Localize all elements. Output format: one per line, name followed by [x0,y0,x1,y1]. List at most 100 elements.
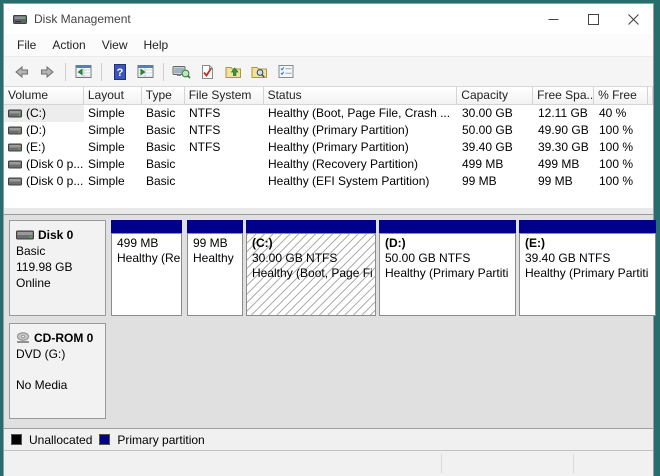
volume-name: (Disk 0 p... [26,174,84,188]
partition-status: Healthy (Re [117,251,181,265]
column-header-status[interactable]: Status [263,87,458,105]
refresh-view-icon[interactable] [170,60,193,83]
help-icon[interactable]: ? [108,60,131,83]
volume-status: Healthy (Recovery Partition) [268,157,419,171]
column-header-file-system[interactable]: File System [184,87,264,105]
properties-list-icon[interactable] [274,60,297,83]
volume-layout: Simple [88,140,125,154]
volume-fs [185,156,264,173]
volume-capacity: 39.40 GB [462,140,513,154]
menu-action[interactable]: Action [44,34,93,56]
volume-row-d[interactable]: (D:) Simple Basic NTFS Healthy (Primary … [4,122,653,139]
folder-up-icon[interactable] [222,60,245,83]
column-header-free-space[interactable]: Free Spa... [533,87,595,105]
disk-management-window: Disk Management File Action View Help ? … [3,3,656,476]
partition-status: Healthy (Boot, Page Fi [252,266,373,280]
show-console-tree-icon[interactable] [72,60,95,83]
back-icon[interactable] [10,60,33,83]
column-header-layout[interactable]: Layout [83,87,142,105]
volume-name: (D:) [26,123,46,137]
volume-list-header: Volume Layout Type File System Status Ca… [4,87,653,105]
partition-e[interactable]: (E:) 39.40 GB NTFS Healthy (Primary Part… [519,220,656,316]
disk0-panel[interactable]: Disk 0 Basic 119.98 GB Online [9,220,106,316]
volume-layout: Simple [88,106,125,120]
volume-free: 12.11 GB [538,106,588,120]
volume-row-c[interactable]: (C:) Simple Basic NTFS Healthy (Boot, Pa… [4,105,653,122]
volume-percent-free: 100 % [599,123,634,137]
drive-icon [8,177,22,186]
column-header-capacity[interactable]: Capacity [457,87,534,105]
volume-name: (Disk 0 p... [26,157,84,171]
graphical-view: Disk 0 Basic 119.98 GB Online 499 MB Hea… [4,215,656,428]
column-header-stub [647,87,653,105]
app-icon [13,13,28,25]
volume-percent-free: 100 % [599,174,634,188]
volume-free: 499 MB [538,157,580,171]
legend-unallocated-label: Unallocated [29,432,93,447]
menu-help[interactable]: Help [136,34,177,56]
volume-percent-free: 100 % [599,140,634,154]
show-action-pane-icon[interactable] [134,60,157,83]
partition-status: Healthy [193,251,234,265]
partition-label: (C:) [252,236,273,250]
pane-splitter[interactable] [4,207,653,215]
partition-type-strip [111,220,182,233]
forward-icon[interactable] [36,60,59,83]
toolbar: ? [4,56,653,87]
volume-capacity: 499 MB [462,157,504,171]
volume-capacity: 30.00 GB [462,106,513,120]
volume-fs: NTFS [189,140,221,154]
minimize-button[interactable] [533,4,573,34]
partition-d[interactable]: (D:) 50.00 GB NTFS Healthy (Primary Part… [379,220,516,316]
volume-type: Basic [146,140,176,154]
maximize-button[interactable] [573,4,613,34]
column-header-percent-free[interactable]: % Free [594,87,648,105]
cdrom-name: CD-ROM 0 [34,331,94,345]
volume-type: Basic [146,106,176,120]
close-button[interactable] [613,4,653,34]
menu-file[interactable]: File [9,34,44,56]
svg-text:?: ? [116,67,123,79]
drive-icon [8,160,22,169]
primary-partition-swatch [99,434,111,445]
disk0-size: 119.98 GB [16,260,73,274]
volume-row-recovery[interactable]: (Disk 0 p... Simple Basic Healthy (Recov… [4,156,653,173]
partition-recovery[interactable]: 499 MB Healthy (Re [111,220,182,316]
volume-capacity: 99 MB [462,174,497,188]
volume-percent-free: 100 % [599,157,634,171]
partition-size: 499 MB [117,236,159,250]
cdrom-icon [17,332,29,343]
folder-search-icon[interactable] [248,60,271,83]
disk0-row: Disk 0 Basic 119.98 GB Online 499 MB Hea… [4,220,656,316]
cdrom-row: CD-ROM 0 DVD (G:) No Media [4,323,653,419]
volume-layout: Simple [88,123,125,137]
title-bar: Disk Management [4,4,653,34]
partition-label: (D:) [385,236,406,250]
partition-c[interactable]: (C:) 30.00 GB NTFS Healthy (Boot, Page F… [246,220,376,316]
partition-efi[interactable]: 99 MB Healthy [187,220,243,316]
rescan-disks-icon[interactable] [196,60,219,83]
toolbar-separator [101,62,102,81]
volume-row-efi[interactable]: (Disk 0 p... Simple Basic Healthy (EFI S… [4,173,653,190]
volume-row-e[interactable]: (E:) Simple Basic NTFS Healthy (Primary … [4,139,653,156]
partition-type-strip [187,220,243,233]
partition-status: Healthy (Primary Partiti [525,266,649,280]
partition-size: 99 MB [193,236,228,250]
menu-view[interactable]: View [94,34,136,56]
menu-bar: File Action View Help [4,34,653,56]
partition-size: 50.00 GB NTFS [385,251,471,265]
volume-fs: NTFS [189,106,221,120]
disk-icon [16,230,34,240]
drive-icon [8,143,22,152]
volume-layout: Simple [88,174,125,188]
volume-list: Volume Layout Type File System Status Ca… [4,87,653,207]
volume-percent-free: 40 % [599,106,627,120]
volume-status: Healthy (Primary Partition) [268,123,409,137]
unallocated-swatch [11,434,22,445]
legend-bar: Unallocated Primary partition [4,428,653,451]
cdrom-panel[interactable]: CD-ROM 0 DVD (G:) No Media [9,323,106,419]
column-header-volume[interactable]: Volume [4,87,84,105]
volume-status: Healthy (Boot, Page File, Crash ... [268,106,451,120]
column-header-type[interactable]: Type [141,87,185,105]
volume-fs: NTFS [189,123,221,137]
